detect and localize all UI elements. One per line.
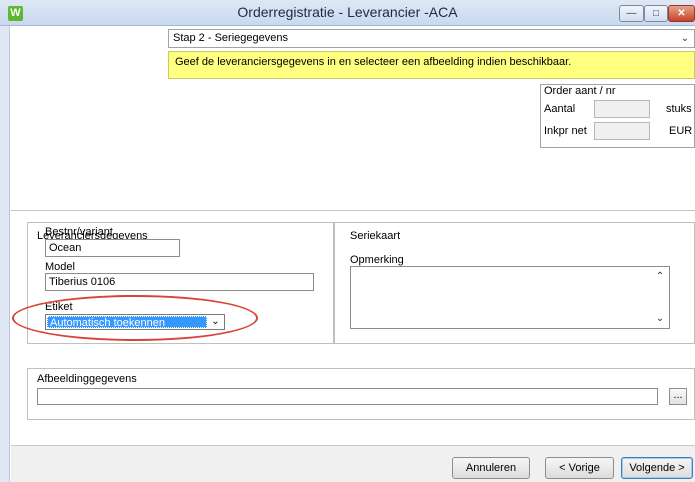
order-panel: Order aant / nr Aantal stuks Inkpr net E… xyxy=(540,84,695,148)
close-button[interactable]: ✕ xyxy=(668,5,695,22)
seriekaart-title: Seriekaart xyxy=(350,230,401,242)
aantal-unit: stuks xyxy=(666,103,692,115)
bestnr-input[interactable]: Ocean xyxy=(45,239,180,257)
left-strip xyxy=(0,26,10,482)
scroll-down-icon[interactable]: ⌄ xyxy=(655,313,665,324)
aantal-label: Aantal xyxy=(544,103,576,115)
highlight-annotation xyxy=(12,295,258,341)
maximize-button[interactable]: □ xyxy=(644,5,668,22)
image-title: Afbeeldinggegevens xyxy=(37,373,137,385)
image-path-input[interactable] xyxy=(37,388,658,405)
scroll-up-icon[interactable]: ⌃ xyxy=(655,271,665,282)
window-title: Orderregistratie - Leverancier -ACA xyxy=(237,4,458,20)
minimize-button[interactable]: — xyxy=(619,5,644,22)
divider xyxy=(11,210,695,211)
inkpr-field xyxy=(594,122,650,140)
previous-button[interactable]: < Vorige xyxy=(545,457,614,479)
model-input[interactable]: Tiberius 0106 xyxy=(45,273,314,291)
order-title: Order aant / nr xyxy=(544,85,616,97)
aantal-field xyxy=(594,100,650,118)
opmerking-label: Opmerking xyxy=(350,254,404,266)
bestnr-label: Bestnr/variant xyxy=(45,226,113,238)
title-bar: W Orderregistratie - Leverancier -ACA — … xyxy=(0,0,695,26)
inkpr-label: Inkpr net xyxy=(544,125,587,137)
step-select[interactable]: Stap 2 - Seriegegevens ⌄ xyxy=(168,29,695,48)
chevron-down-icon[interactable]: ⌄ xyxy=(678,31,692,46)
model-label: Model xyxy=(45,261,75,273)
browse-button[interactable]: ... xyxy=(669,388,687,405)
opmerking-textarea[interactable]: ⌃ ⌄ xyxy=(350,266,670,329)
step-select-value: Stap 2 - Seriegegevens xyxy=(173,32,288,44)
instruction-hint: Geef de leveranciersgegevens in en selec… xyxy=(168,51,695,79)
next-button[interactable]: Volgende > xyxy=(621,457,693,479)
cancel-button[interactable]: Annuleren xyxy=(452,457,530,479)
inkpr-unit: EUR xyxy=(669,125,693,137)
